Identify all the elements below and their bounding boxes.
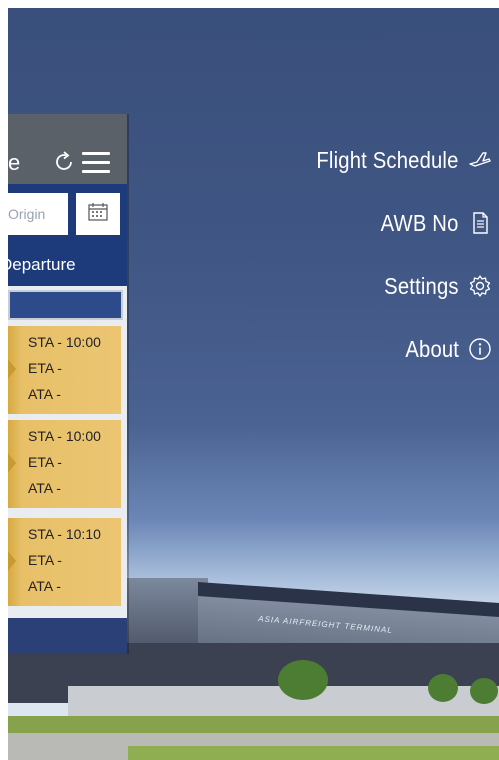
calendar-button[interactable] bbox=[76, 193, 120, 235]
flight-list: STA - 10:00 ETA - ATA - STA - 10:00 ETA … bbox=[8, 286, 127, 654]
menu-label: Settings bbox=[384, 272, 459, 299]
app-screen: ASIA AIRFREIGHT TERMINAL Flight Schedule… bbox=[8, 8, 499, 760]
building-left bbox=[118, 578, 208, 648]
panel-footer bbox=[8, 618, 127, 654]
menu-label: AWB No bbox=[381, 209, 459, 236]
menu-item-awb-no[interactable]: AWB No bbox=[370, 203, 499, 243]
airplane-icon bbox=[467, 147, 493, 173]
tree bbox=[428, 674, 458, 702]
document-icon bbox=[467, 210, 493, 236]
menu-label: Flight Schedule bbox=[316, 146, 459, 173]
eta-text: ETA - bbox=[28, 360, 62, 376]
refresh-icon[interactable] bbox=[52, 150, 76, 174]
menu-label: About bbox=[405, 335, 459, 362]
main-screen-panel[interactable]: e Origin Departure STA - 10:00 ETA - ATA… bbox=[8, 114, 127, 654]
menu-item-settings[interactable]: Settings bbox=[374, 266, 499, 306]
menu-item-about[interactable]: About bbox=[398, 329, 499, 369]
ata-text: ATA - bbox=[28, 480, 61, 496]
lawn-front bbox=[128, 746, 499, 760]
chevron-icon bbox=[8, 544, 16, 578]
eta-text: ETA - bbox=[28, 552, 62, 568]
chevron-icon bbox=[8, 352, 16, 386]
tab-departure[interactable]: Departure bbox=[8, 246, 127, 286]
flight-card[interactable]: STA - 10:10 ETA - ATA - bbox=[8, 518, 121, 606]
origin-input[interactable]: Origin bbox=[8, 193, 68, 235]
flight-card[interactable]: STA - 10:00 ETA - ATA - bbox=[8, 420, 121, 508]
eta-text: ETA - bbox=[28, 454, 62, 470]
tab-label: Departure bbox=[8, 255, 76, 274]
origin-placeholder: Origin bbox=[8, 206, 46, 222]
ata-text: ATA - bbox=[28, 578, 61, 594]
gear-icon bbox=[467, 273, 493, 299]
ata-text: ATA - bbox=[28, 386, 61, 402]
page-title: e bbox=[8, 150, 21, 175]
chevron-icon bbox=[8, 446, 16, 480]
sta-text: STA - 10:10 bbox=[28, 526, 101, 542]
sta-text: STA - 10:00 bbox=[28, 428, 101, 444]
flight-card[interactable]: STA - 10:00 ETA - ATA - bbox=[8, 326, 121, 414]
sta-text: STA - 10:00 bbox=[28, 334, 101, 350]
tree bbox=[278, 660, 328, 700]
tree bbox=[470, 678, 498, 704]
panel-header: e bbox=[8, 114, 127, 184]
info-icon bbox=[467, 336, 493, 362]
panel-shadow bbox=[127, 114, 129, 654]
calendar-icon bbox=[87, 202, 109, 227]
hamburger-menu-icon[interactable] bbox=[82, 152, 110, 174]
menu-item-flight-schedule[interactable]: Flight Schedule bbox=[297, 140, 499, 180]
list-header bbox=[8, 290, 123, 320]
